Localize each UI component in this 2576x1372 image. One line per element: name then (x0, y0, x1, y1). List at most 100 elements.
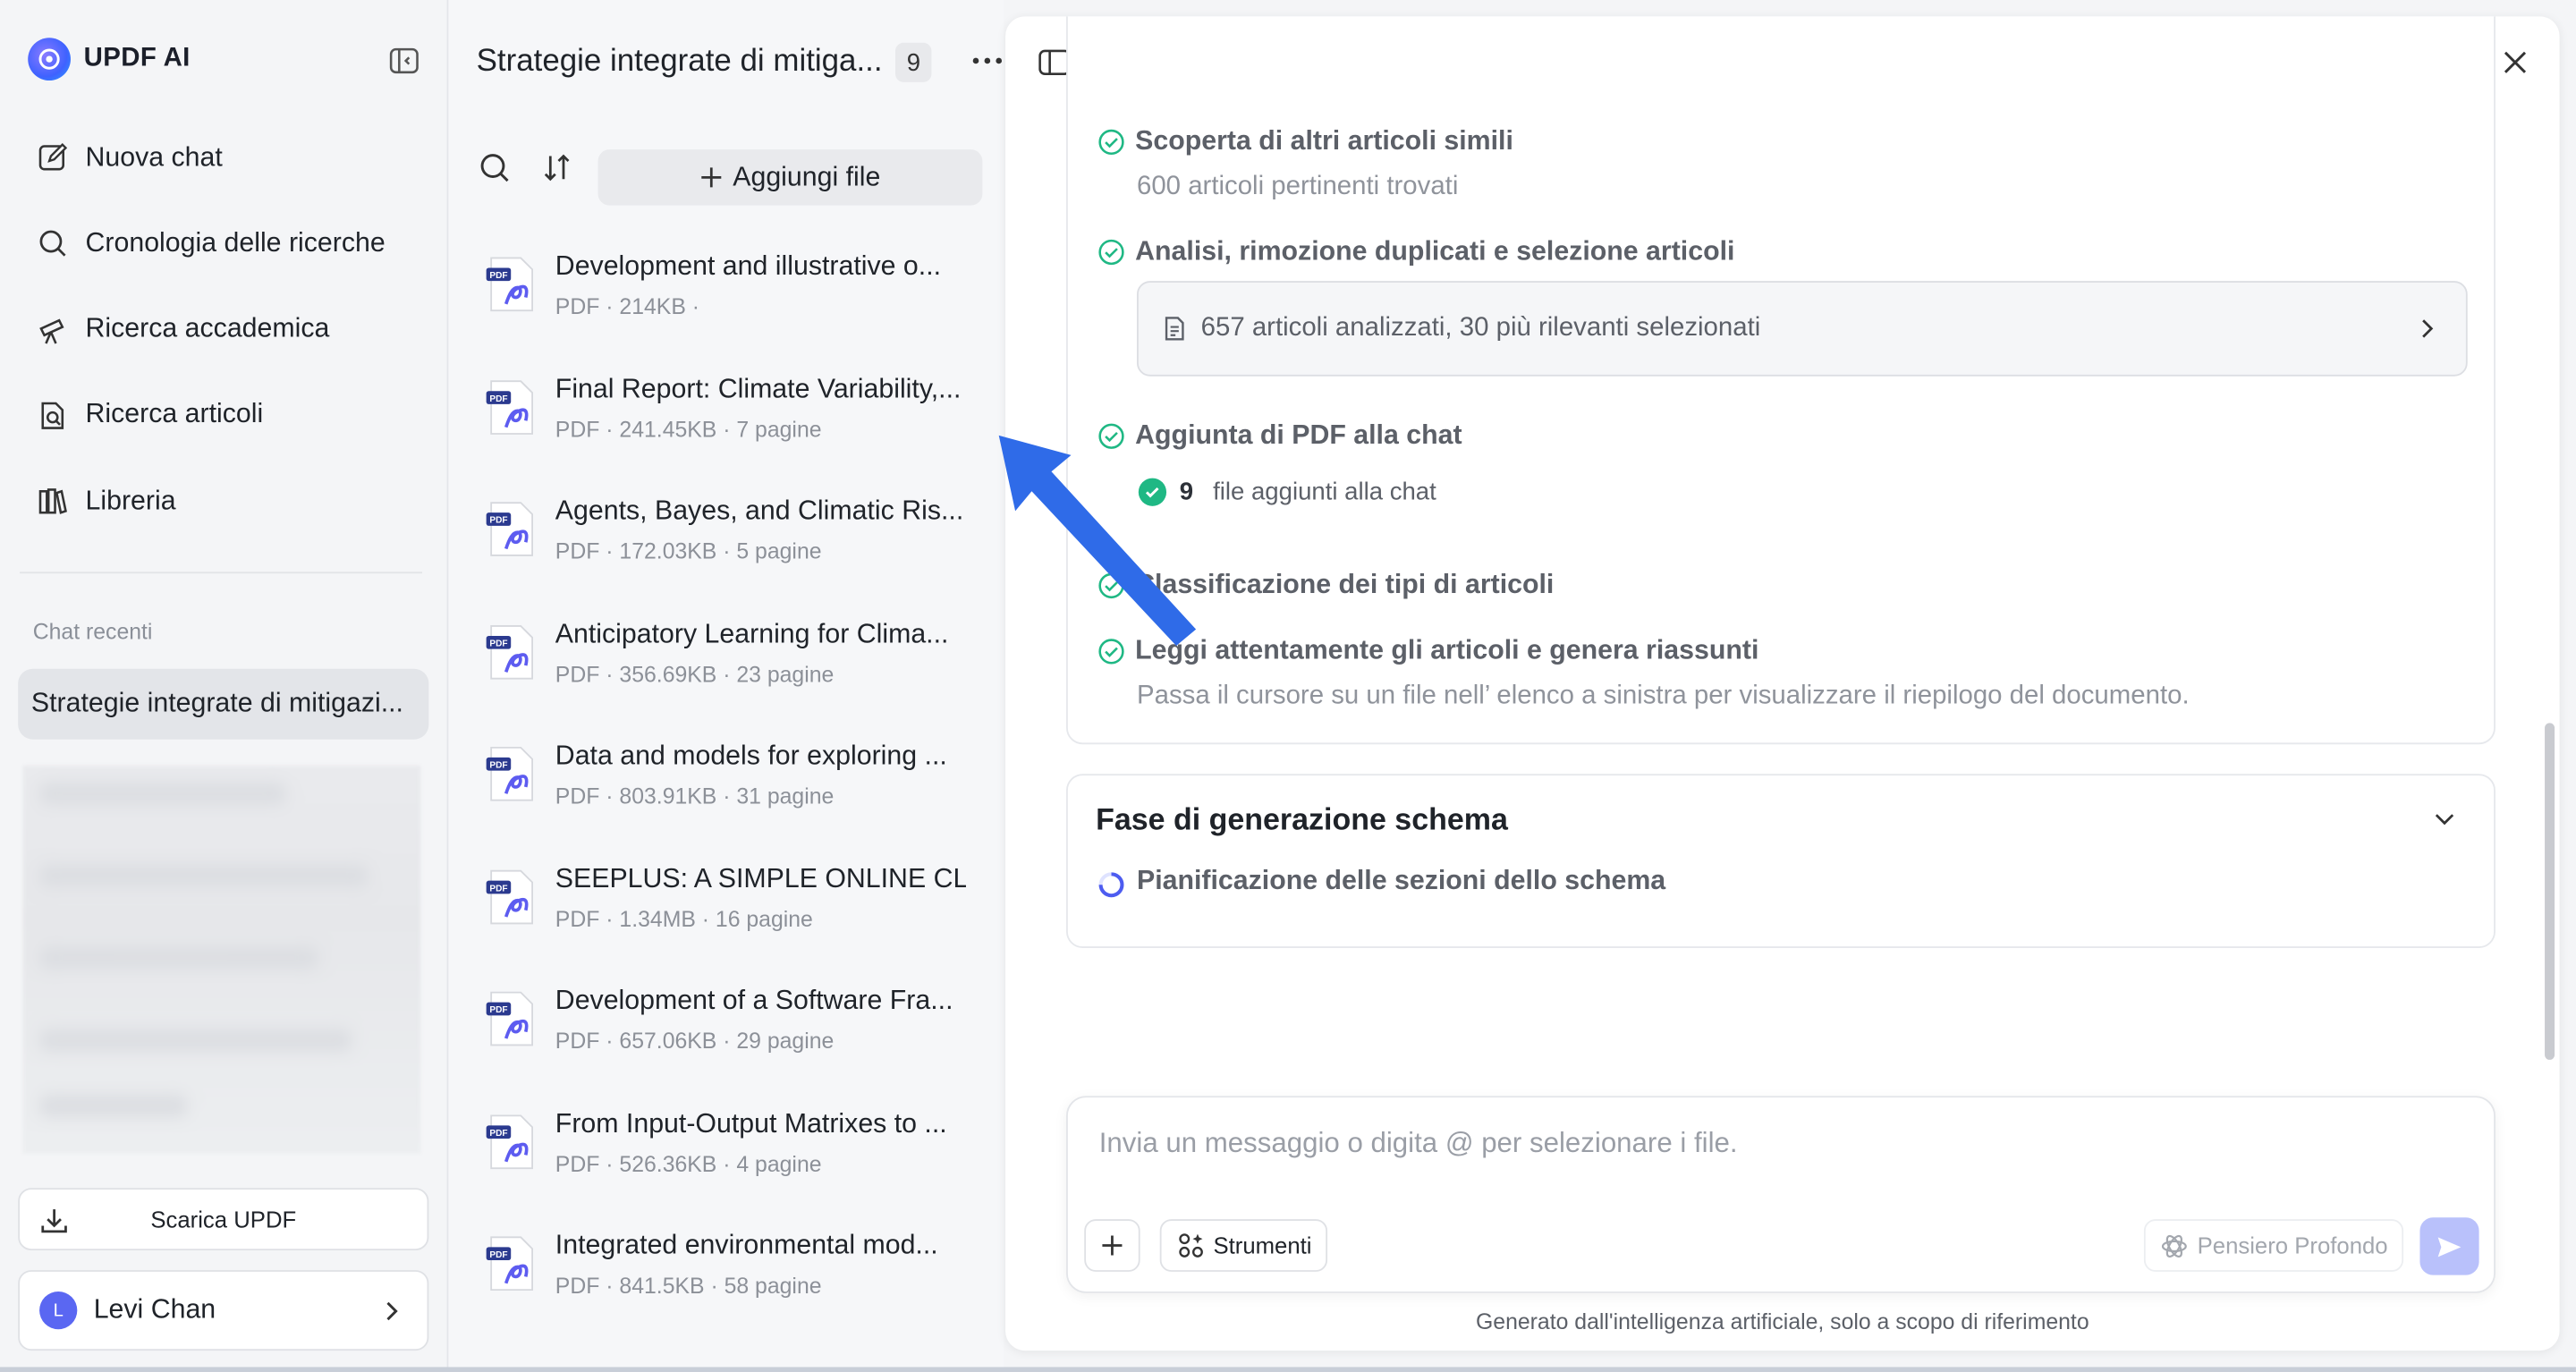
file-name: Integrated environmental mod... (555, 1230, 938, 1261)
chevron-right-icon (2422, 319, 2434, 338)
svg-text:PDF: PDF (489, 883, 507, 893)
sidebar-collapse-icon[interactable] (387, 45, 420, 78)
file-meta: PDF · 172.03KB · 5 pagine (555, 538, 822, 564)
svg-text:PDF: PDF (489, 394, 507, 403)
file-list-item[interactable]: PDF Anticipatory Learning for Clima... PDF… (485, 607, 978, 730)
pdf-file-icon: PDF (486, 746, 534, 801)
nav-label: Cronologia delle ricerche (85, 227, 386, 258)
app-window: UPDF AI Nuova chat Cronologia delle rice… (0, 0, 2576, 1372)
file-name: Data and models for exploring ... (555, 741, 947, 771)
step-detail: Passa il cursore su un file nell’ elenco… (1136, 682, 2190, 710)
file-meta: PDF · 841.5KB · 58 pagine (555, 1273, 822, 1299)
nav-new-chat[interactable]: Nuova chat (16, 128, 427, 187)
attach-button[interactable] (1084, 1219, 1140, 1272)
file-list-item[interactable]: PDF Integrated environmental mod... PDF · … (485, 1219, 978, 1342)
file-meta: PDF · 526.36KB · 4 pagine (555, 1150, 822, 1176)
user-name: Levi Chan (93, 1294, 216, 1325)
file-search-icon (41, 402, 64, 429)
progress-step: Analisi, rimozione duplicati e selezione… (1097, 236, 1735, 268)
outline-step: Pianificazione delle sezioni dello schem… (1136, 866, 1666, 896)
file-list-item[interactable]: PDF Data and models for exploring ... PDF … (485, 730, 978, 852)
nav-article-search[interactable]: Ricerca articoli (16, 386, 427, 445)
file-name: Final Report: Climate Variability,... (555, 373, 962, 404)
nav-search-history[interactable]: Cronologia delle ricerche (16, 214, 427, 273)
svg-text:PDF: PDF (489, 1250, 507, 1260)
deep-thinking-button[interactable]: Pensiero Profondo (2143, 1219, 2404, 1272)
file-list-item[interactable]: PDF Final Report: Climate Variability,...… (485, 362, 978, 485)
more-options-icon[interactable] (970, 43, 1005, 79)
recent-chats-heading: Chat recenti (32, 619, 153, 645)
file-list-item[interactable]: PDF SEEPLUS: A SIMPLE ONLINE CLI... PDF · … (485, 852, 978, 975)
pdf-file-icon: PDF (486, 379, 534, 434)
pdf-file-icon: PDF (486, 624, 534, 679)
recent-chat-item[interactable]: Strategie integrate di mitigazi... (18, 668, 429, 740)
pdf-file-icon: PDF (486, 502, 534, 556)
nav-label: Ricerca accademica (85, 314, 330, 344)
check-circle-icon (1098, 129, 1124, 156)
pdf-file-icon: PDF (486, 1114, 534, 1169)
step-detail: 600 articoli pertinenti trovati (1136, 172, 1459, 201)
file-name: Development of a Software Fra... (555, 986, 953, 1016)
file-list-item[interactable]: PDF From Input-Output Matrixes to ... PDF … (485, 1097, 978, 1219)
updf-logo-icon (28, 38, 71, 81)
file-meta: PDF · 241.45KB · 7 pagine (555, 416, 822, 442)
close-icon[interactable] (2497, 45, 2533, 80)
send-icon (2437, 1236, 2462, 1257)
blurred-chat-history (22, 766, 421, 1154)
edit-icon (38, 142, 68, 171)
ai-disclaimer: Generato dall'intelligenza artificiale, … (1476, 1309, 2089, 1334)
download-updf-button[interactable]: Scarica UPDF (18, 1188, 429, 1251)
file-meta: PDF · 1.34MB · 16 pagine (555, 906, 813, 931)
progress-step: Scoperta di altri articoli simili (1097, 126, 1513, 157)
nav-academic-research[interactable]: Ricerca accademica (16, 300, 427, 359)
file-list-item[interactable]: PDF Agents, Bayes, and Climatic Ris... PDF… (485, 485, 978, 607)
svg-text:PDF: PDF (489, 760, 507, 770)
brand[interactable]: UPDF AI (28, 38, 190, 81)
svg-text:PDF: PDF (489, 639, 507, 648)
check-circle-icon (1098, 239, 1124, 266)
scrollbar[interactable] (2545, 723, 2555, 1060)
tools-button[interactable]: Strumenti (1159, 1219, 1328, 1272)
tools-label: Strumenti (1213, 1232, 1312, 1259)
chevron-down-icon[interactable] (2431, 805, 2457, 831)
outline-phase-card: Fase di generazione schema Pianificazion… (1066, 774, 2496, 949)
step-label: Analisi, rimozione duplicati e selezione… (1135, 236, 1735, 267)
main-panel: Scoperta di altri articoli simili 600 ar… (1005, 16, 2560, 1351)
sort-icon[interactable] (538, 149, 574, 185)
file-name: Agents, Bayes, and Climatic Ris... (555, 495, 964, 526)
svg-text:PDF: PDF (489, 1005, 507, 1015)
file-name: Anticipatory Learning for Clima... (555, 618, 949, 648)
send-button[interactable] (2419, 1217, 2479, 1275)
pdf-file-icon: PDF (486, 257, 534, 312)
analysis-result-button[interactable]: 657 articoli analizzati, 30 più rilevant… (1136, 281, 2468, 377)
svg-text:PDF: PDF (489, 516, 507, 526)
file-list-item[interactable]: PDF Development and illustrative o... PDF … (485, 240, 978, 362)
user-account[interactable]: L Levi Chan (18, 1270, 429, 1351)
pdf-file-icon: PDF (486, 991, 534, 1046)
atom-icon (2161, 1233, 2186, 1258)
search-icon (39, 231, 66, 258)
add-file-button[interactable]: Aggiungi file (597, 149, 983, 206)
add-file-label: Aggiungi file (733, 161, 881, 192)
sidebar-divider (20, 572, 423, 574)
library-icon (38, 488, 67, 515)
file-meta: PDF · 356.69KB · 23 pagine (555, 661, 835, 686)
plus-icon (701, 167, 722, 188)
search-progress-card: Scoperta di altri articoli simili 600 ar… (1066, 16, 2496, 745)
result-text: 657 articoli analizzati, 30 più rilevant… (1200, 313, 1761, 343)
svg-text:PDF: PDF (489, 1128, 507, 1138)
file-list-item[interactable]: PDF Development of a Software Fra... PDF ·… (485, 974, 978, 1097)
nav-library[interactable]: Libreria (16, 472, 427, 531)
step-label: Scoperta di altri articoli simili (1135, 126, 1513, 157)
deep-thinking-label: Pensiero Profondo (2197, 1232, 2388, 1259)
nav-label: Ricerca articoli (85, 400, 264, 430)
plus-icon (1102, 1235, 1123, 1256)
file-name: SEEPLUS: A SIMPLE ONLINE CLI... (555, 863, 966, 893)
file-meta: PDF · 214KB · (555, 293, 700, 319)
file-list: PDF Development and illustrative o... PDF … (485, 240, 978, 1342)
document-icon (1165, 317, 1184, 341)
message-input[interactable] (1096, 1125, 2450, 1162)
file-panel-header: Strategie integrate di mitiga... 9 (477, 39, 1003, 85)
tools-icon (1178, 1233, 1203, 1258)
search-icon[interactable] (477, 149, 513, 185)
